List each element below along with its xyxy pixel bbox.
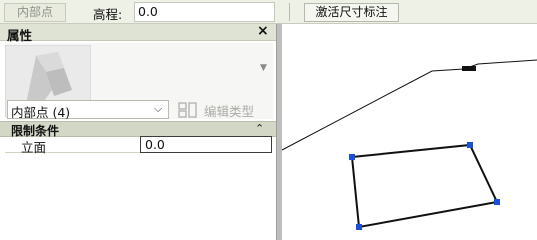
category-constraints[interactable]: 限制条件 ⌃ — [0, 121, 276, 138]
property-name: 立面 — [21, 140, 47, 155]
edit-type-label: 编辑类型 — [204, 104, 255, 119]
interior-point-mode-button[interactable]: 内部点 — [4, 3, 66, 22]
edge-line — [281, 59, 537, 151]
interior-point-handle[interactable] — [494, 199, 500, 205]
drawing-canvas[interactable] — [281, 24, 537, 240]
line-marker — [462, 66, 476, 71]
properties-panel: 属性 × ▼ 内部点 (4) ⌵ 编辑类型 限制条件 ⌃ 立面 0.0 — [0, 23, 277, 240]
property-value-input[interactable]: 0.0 — [140, 136, 272, 153]
close-icon[interactable]: × — [257, 23, 269, 39]
property-row-elevation: 立面 0.0 — [5, 136, 272, 155]
drawing-svg — [281, 59, 537, 230]
elevation-input[interactable]: 0.0 — [134, 2, 275, 22]
toolbar-divider — [289, 3, 290, 21]
type-dropdown-icon[interactable]: ▼ — [260, 63, 267, 73]
properties-header: 属性 × — [0, 23, 276, 43]
elevation-label: 高程: — [93, 7, 123, 22]
chevron-down-icon: ⌵ — [154, 102, 163, 115]
interior-point-handle[interactable] — [349, 154, 355, 160]
instance-type-value: 内部点 (4) — [11, 105, 71, 120]
activate-dimensions-button[interactable]: 激活尺寸标注 — [304, 3, 399, 22]
properties-title: 属性 — [7, 28, 33, 43]
options-bar: 内部点 高程: 0.0 激活尺寸标注 — [0, 0, 537, 24]
interior-point-polygon[interactable] — [350, 143, 499, 229]
edit-type-icon — [178, 102, 198, 121]
collapse-icon[interactable]: ⌃ — [255, 122, 264, 135]
interior-point-handle[interactable] — [356, 224, 362, 230]
interior-point-handle[interactable] — [467, 142, 473, 148]
instance-type-selector[interactable]: 内部点 (4) ⌵ — [7, 100, 169, 120]
